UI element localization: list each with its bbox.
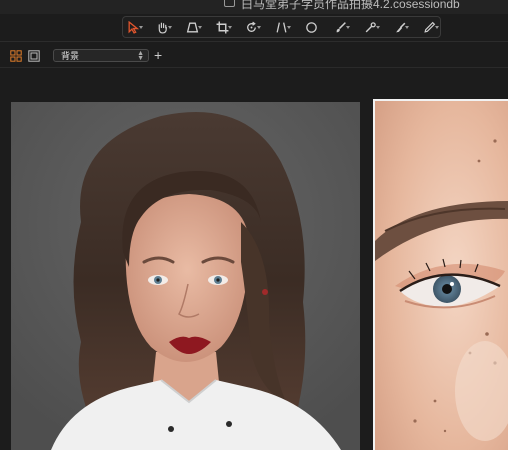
portrait-image (11, 102, 360, 450)
keystone-tool[interactable] (182, 17, 203, 37)
window-title: 白马堂弟子学员作品拍摄4.2.cosessiondb (224, 0, 460, 12)
chevron-down-icon (197, 26, 202, 29)
rotate-tool[interactable] (242, 17, 263, 37)
chevron-down-icon (375, 26, 380, 29)
chevron-down-icon (435, 26, 440, 29)
chevron-down-icon (286, 26, 291, 29)
pen-tool[interactable] (419, 17, 440, 37)
grid-view-icon[interactable] (10, 50, 22, 62)
pointer-tool[interactable] (123, 17, 144, 37)
chevron-down-icon (405, 26, 410, 29)
viewer-image-portrait[interactable] (11, 102, 360, 450)
document-icon (224, 0, 235, 7)
pan-tool[interactable] (153, 17, 174, 37)
tools-toolbar (122, 16, 441, 38)
viewer-toolbar: 背景 ▲ ▼ + (0, 45, 508, 67)
circle-mask-tool[interactable] (301, 17, 322, 37)
straighten-tool[interactable] (271, 17, 292, 37)
eraser-tool[interactable] (390, 17, 411, 37)
add-layer-button[interactable]: + (154, 47, 162, 63)
layer-select-value: 背景 (61, 51, 80, 61)
closeup-image (375, 101, 508, 450)
updown-arrows-icon: ▲ ▼ (137, 50, 144, 62)
circle-mask-icon (305, 21, 317, 33)
divider (0, 67, 508, 68)
single-view-icon[interactable] (28, 50, 40, 62)
viewer-image-closeup[interactable] (373, 99, 508, 450)
chevron-down-icon (346, 26, 351, 29)
title-bar: 白马堂弟子学员作品拍摄4.2.cosessiondb (0, 0, 508, 14)
brush-tool[interactable] (330, 17, 351, 37)
crop-tool[interactable] (212, 17, 233, 37)
eyedropper-tool[interactable] (360, 17, 381, 37)
divider (0, 41, 508, 42)
window-title-text: 白马堂弟子学员作品拍摄4.2.cosessiondb (241, 0, 460, 11)
chevron-down-icon (138, 26, 143, 29)
layer-select[interactable]: 背景 ▲ ▼ (53, 49, 149, 62)
chevron-down-icon (257, 26, 262, 29)
chevron-down-icon (227, 26, 232, 29)
chevron-down-icon (168, 26, 173, 29)
